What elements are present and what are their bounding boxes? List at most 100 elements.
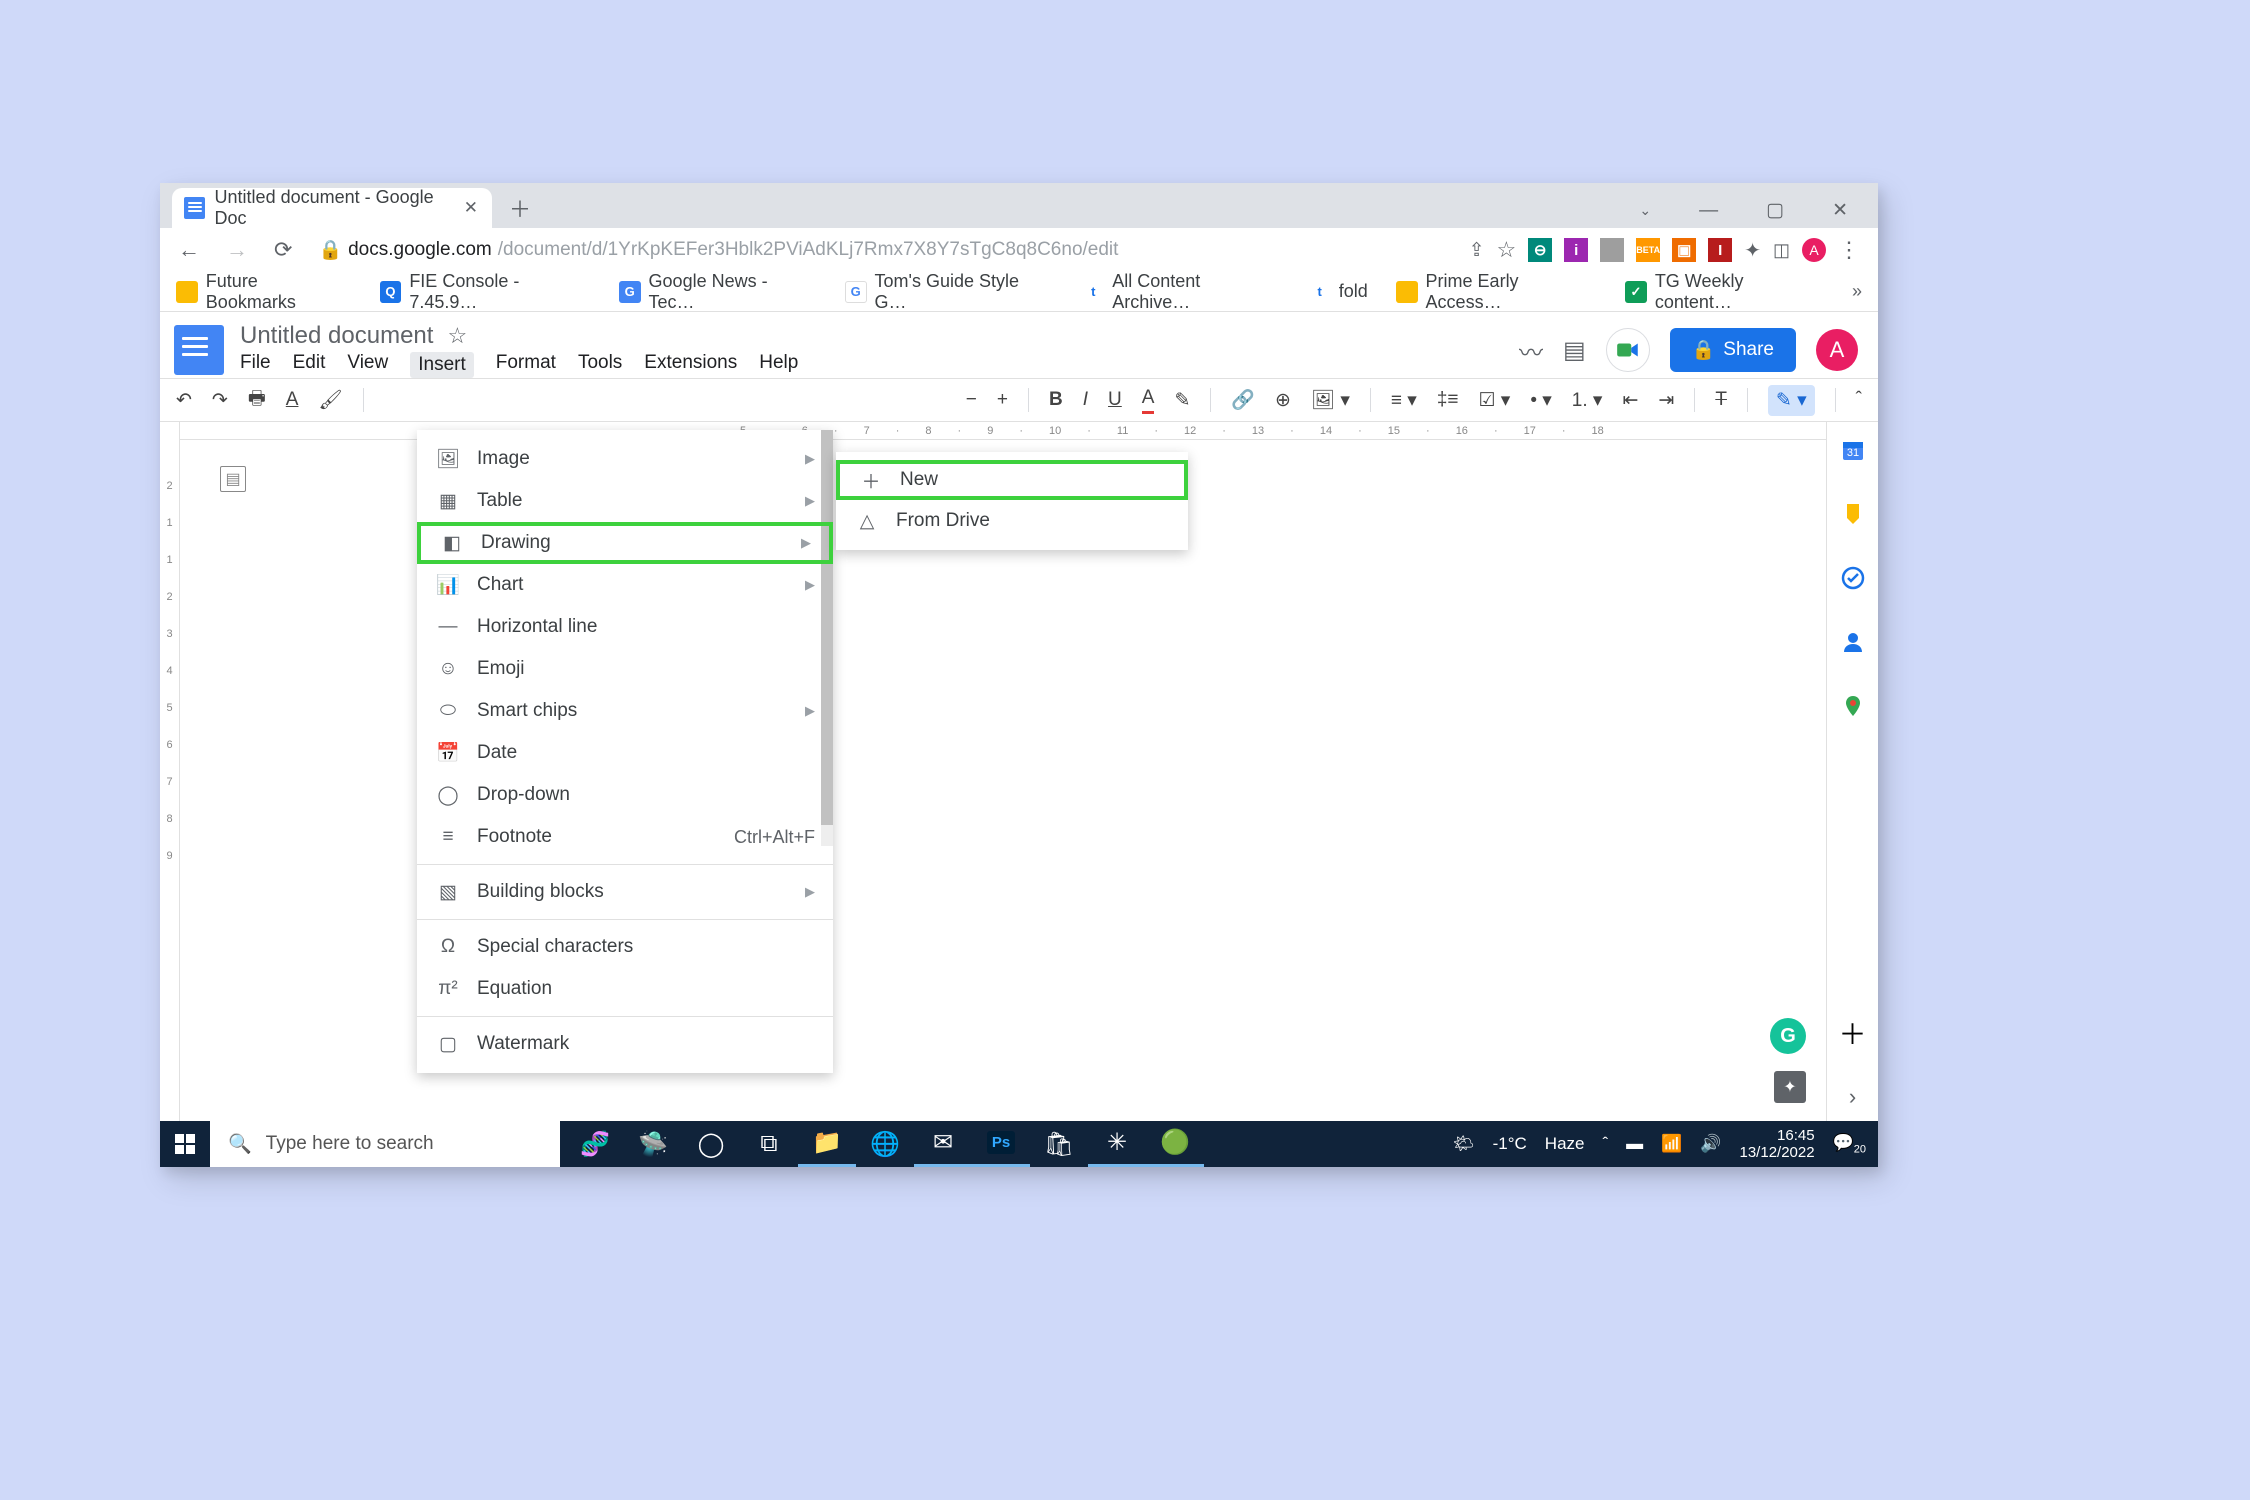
task-icon[interactable]: 🧬 <box>566 1121 624 1167</box>
menu-extensions[interactable]: Extensions <box>644 352 737 378</box>
kebab-menu-icon[interactable]: ⋮ <box>1838 237 1860 263</box>
checklist-icon[interactable]: ☑ ▾ <box>1478 389 1510 412</box>
bookmark-item[interactable]: QFIE Console - 7.45.9… <box>380 271 591 313</box>
document-title[interactable]: Untitled document <box>240 322 433 350</box>
share-url-icon[interactable]: ⇪ <box>1469 239 1485 262</box>
image-insert-icon[interactable]: 🖼 ▾ <box>1311 388 1350 412</box>
star-bookmark-icon[interactable]: ☆ <box>1496 237 1516 263</box>
menu-item-table[interactable]: ▦Table▶ <box>417 480 833 522</box>
font-size-plus-icon[interactable]: + <box>997 389 1008 411</box>
close-window-icon[interactable]: ✕ <box>1832 199 1848 222</box>
menu-item-footnote[interactable]: ≡FootnoteCtrl+Alt+F <box>417 816 833 858</box>
mail-icon[interactable]: ✉ <box>914 1121 972 1167</box>
font-size-minus-icon[interactable]: − <box>966 389 977 411</box>
menu-help[interactable]: Help <box>759 352 798 378</box>
notifications-icon[interactable]: 💬20 <box>1833 1133 1866 1155</box>
extension-beta-icon[interactable]: BETA <box>1636 238 1660 262</box>
menu-item-equation[interactable]: π²Equation <box>417 968 833 1010</box>
keep-icon[interactable] <box>1839 500 1867 528</box>
minimize-icon[interactable]: — <box>1699 200 1718 222</box>
url-field[interactable]: 🔒 docs.google.com/document/d/1YrKpKEFer3… <box>318 238 1442 262</box>
menu-view[interactable]: View <box>347 352 388 378</box>
share-button[interactable]: 🔒 Share <box>1670 328 1796 372</box>
print-icon[interactable]: 🖶 <box>248 384 266 416</box>
explore-button[interactable]: ✦ <box>1774 1071 1806 1103</box>
extensions-icon[interactable]: ✦ <box>1744 238 1761 263</box>
tasks-icon[interactable] <box>1839 564 1867 592</box>
add-addon-icon[interactable]: ＋ <box>1839 1019 1867 1047</box>
paint-format-icon[interactable]: 🖌 <box>318 388 342 412</box>
indent-increase-icon[interactable]: ⇥ <box>1658 389 1674 412</box>
grammarly-icon[interactable]: G <box>1770 1018 1806 1054</box>
edge-icon[interactable]: 🌐 <box>856 1121 914 1167</box>
collapse-side-icon[interactable]: › <box>1839 1083 1867 1111</box>
explorer-icon[interactable]: 📁 <box>798 1121 856 1167</box>
bookmark-item[interactable]: tfold <box>1309 281 1368 303</box>
text-color-icon[interactable]: A <box>1142 387 1155 414</box>
comments-icon[interactable]: ▤ <box>1563 336 1586 365</box>
menu-item-special[interactable]: ΩSpecial characters <box>417 926 833 968</box>
bookmarks-overflow-icon[interactable]: » <box>1852 281 1862 302</box>
line-spacing-icon[interactable]: ‡≡ <box>1437 389 1459 411</box>
menu-item-smart-chips[interactable]: ⬭Smart chips▶ <box>417 690 833 732</box>
italic-icon[interactable]: I <box>1083 389 1088 411</box>
menu-edit[interactable]: Edit <box>293 352 326 378</box>
browser-tab[interactable]: Untitled document - Google Doc ✕ <box>172 188 492 228</box>
bookmark-item[interactable]: Future Bookmarks <box>176 271 352 313</box>
submenu-item-from-drive[interactable]: △From Drive <box>836 500 1188 542</box>
menu-item-dropdown[interactable]: ◯Drop-down <box>417 774 833 816</box>
new-tab-button[interactable]: ＋ <box>504 192 536 224</box>
spellcheck-icon[interactable]: A <box>286 389 299 411</box>
start-button[interactable] <box>160 1121 210 1167</box>
refresh-icon[interactable]: ⟳ <box>274 237 292 263</box>
bold-icon[interactable]: B <box>1049 389 1063 411</box>
extension-icon[interactable] <box>1600 238 1624 262</box>
bullet-list-icon[interactable]: • ▾ <box>1530 389 1551 412</box>
battery-icon[interactable]: ▬ <box>1626 1134 1643 1154</box>
slack-icon[interactable]: ✳ <box>1088 1121 1146 1167</box>
undo-icon[interactable]: ↶ <box>176 389 192 412</box>
menu-file[interactable]: File <box>240 352 271 378</box>
menu-item-hr[interactable]: —Horizontal line <box>417 606 833 648</box>
comment-add-icon[interactable]: ⊕ <box>1275 389 1291 412</box>
store-icon[interactable]: 🛍 <box>1030 1121 1088 1167</box>
tab-dropdown-icon[interactable]: ⌄ <box>1639 202 1651 219</box>
menu-item-watermark[interactable]: ▢Watermark <box>417 1023 833 1065</box>
close-tab-icon[interactable]: ✕ <box>464 198 478 218</box>
outline-toggle-icon[interactable]: ▤ <box>220 466 246 492</box>
extension-icon[interactable]: ▣ <box>1672 238 1696 262</box>
bookmark-item[interactable]: ✓TG Weekly content… <box>1625 271 1824 313</box>
extension-icon[interactable]: ⊖ <box>1528 238 1552 262</box>
bookmark-item[interactable]: GTom's Guide Style G… <box>845 271 1055 313</box>
maps-icon[interactable] <box>1839 692 1867 720</box>
sidepanel-icon[interactable]: ◫ <box>1773 240 1790 261</box>
weather-icon[interactable]: 🌤 <box>1453 1134 1475 1154</box>
star-document-icon[interactable]: ☆ <box>447 323 467 349</box>
clear-format-icon[interactable]: T <box>1715 389 1727 411</box>
menu-item-drawing[interactable]: ◧Drawing▶ <box>417 522 833 564</box>
activity-icon[interactable]: 〰 <box>1519 333 1543 368</box>
taskbar-search[interactable]: 🔍 Type here to search <box>210 1121 560 1167</box>
redo-icon[interactable]: ↷ <box>212 389 228 412</box>
volume-icon[interactable]: 🔊 <box>1700 1134 1721 1154</box>
task-icon[interactable]: 🛸 <box>624 1121 682 1167</box>
link-icon[interactable]: 🔗 <box>1231 388 1255 412</box>
cortana-icon[interactable]: ◯ <box>682 1121 740 1167</box>
extension-icon[interactable]: I <box>1708 238 1732 262</box>
menu-tools[interactable]: Tools <box>578 352 622 378</box>
menu-insert[interactable]: Insert <box>410 352 474 378</box>
collapse-toolbar-icon[interactable]: ˆ <box>1856 389 1862 411</box>
align-icon[interactable]: ≡ ▾ <box>1391 389 1417 412</box>
menu-format[interactable]: Format <box>496 352 556 378</box>
wifi-icon[interactable]: 📶 <box>1661 1134 1682 1154</box>
extension-icon[interactable]: i <box>1564 238 1588 262</box>
docs-logo-icon[interactable] <box>174 325 224 375</box>
bookmark-item[interactable]: tAll Content Archive… <box>1082 271 1280 313</box>
underline-icon[interactable]: U <box>1108 389 1122 411</box>
menu-item-image[interactable]: 🖼Image▶ <box>417 438 833 480</box>
bookmark-item[interactable]: GGoogle News - Tec… <box>619 271 817 313</box>
menu-item-emoji[interactable]: ☺Emoji <box>417 648 833 690</box>
tray-overflow-icon[interactable]: ˆ <box>1602 1134 1608 1154</box>
account-avatar-icon[interactable]: A <box>1816 329 1858 371</box>
contacts-icon[interactable] <box>1839 628 1867 656</box>
